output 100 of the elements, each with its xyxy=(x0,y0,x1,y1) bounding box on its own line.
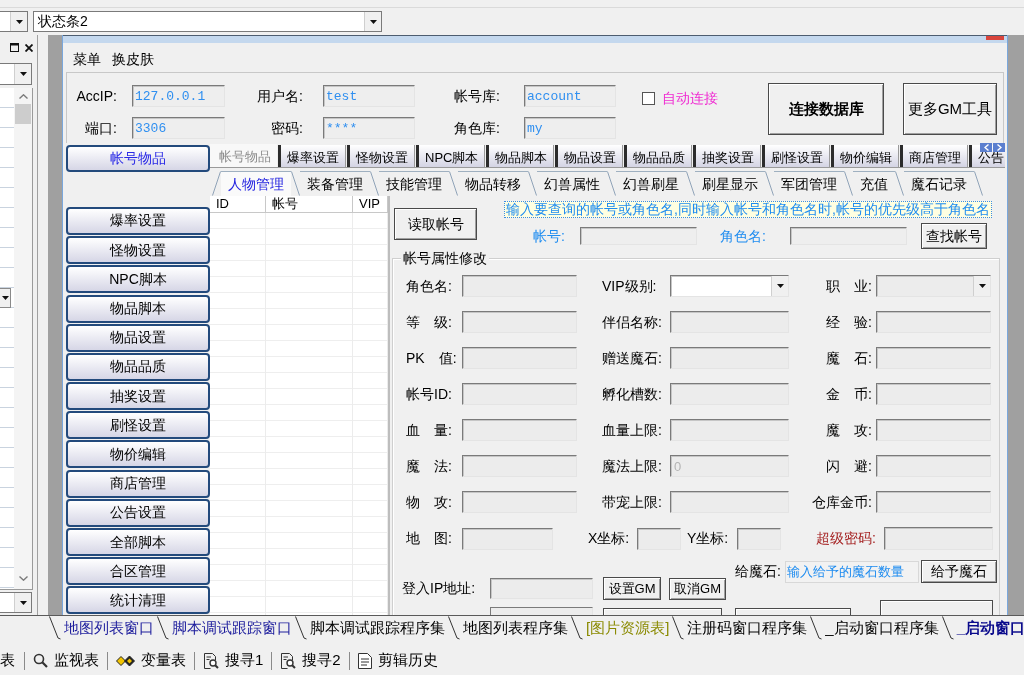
side-button[interactable]: 公告设置 xyxy=(66,498,210,527)
tab-separator xyxy=(810,616,823,640)
side-button[interactable]: 爆率设置 xyxy=(66,206,210,235)
input-field[interactable] xyxy=(637,527,681,550)
tab[interactable]: 物品设置 xyxy=(555,145,624,167)
input-field[interactable] xyxy=(670,311,789,333)
tab[interactable]: 爆率设置 xyxy=(278,145,346,167)
side-button[interactable]: 物价编辑 xyxy=(66,440,210,469)
input-field[interactable] xyxy=(462,383,577,405)
toolbar-button[interactable]: 剪辑历史 xyxy=(352,648,443,673)
input-field[interactable] xyxy=(462,275,577,297)
input-field[interactable] xyxy=(876,491,991,513)
tab[interactable]: 地图列表程序集 xyxy=(460,616,571,640)
input-field[interactable] xyxy=(876,383,991,405)
input-field[interactable] xyxy=(462,455,577,477)
input-field[interactable] xyxy=(876,347,991,369)
input-field[interactable] xyxy=(876,419,991,441)
checkbox[interactable] xyxy=(642,92,655,105)
button[interactable] xyxy=(603,608,722,615)
chevron-down-icon[interactable] xyxy=(18,575,28,581)
tab[interactable]: _启动窗口程序集 xyxy=(822,616,942,640)
tab[interactable]: 注册码窗口程序集 xyxy=(684,616,811,640)
side-button[interactable]: NPC脚本 xyxy=(66,265,210,294)
find-button[interactable]: 查找帐号 xyxy=(921,223,987,249)
tab[interactable]: 商店管理 xyxy=(900,145,969,167)
dropdown[interactable] xyxy=(670,275,789,297)
dropdown[interactable] xyxy=(0,63,32,85)
side-button[interactable]: 合区管理 xyxy=(66,557,210,586)
side-button[interactable]: 物品设置 xyxy=(66,323,210,352)
input-field[interactable] xyxy=(462,527,553,550)
input-field[interactable] xyxy=(490,578,593,599)
read-button[interactable]: 读取帐号 xyxy=(394,208,477,240)
button[interactable] xyxy=(735,608,851,615)
tab[interactable]: 脚本调试跟踪窗口 xyxy=(169,616,295,640)
field-label: 角色名: xyxy=(406,277,453,296)
side-button[interactable]: 抽奖设置 xyxy=(66,382,210,411)
tab-separator xyxy=(157,616,169,640)
side-button[interactable]: 商店管理 xyxy=(66,469,210,498)
button[interactable]: 连接数据库 xyxy=(768,83,884,135)
tab[interactable]: _启动窗口 xyxy=(953,616,1024,640)
dropdown-button[interactable] xyxy=(0,288,11,308)
button[interactable]: 给予魔石 xyxy=(921,560,997,583)
tab[interactable]: 刷怪设置 xyxy=(762,145,831,167)
input-field[interactable] xyxy=(670,419,789,441)
field-label: 血 量: xyxy=(406,421,453,440)
input-field[interactable] xyxy=(737,527,781,550)
scroll-left-button[interactable] xyxy=(980,143,992,152)
toolbar-button[interactable]: 搜寻1 xyxy=(198,648,269,673)
input-field[interactable] xyxy=(790,227,907,245)
dropdown[interactable] xyxy=(0,11,28,32)
input-field[interactable] xyxy=(490,607,593,615)
scroll-thumb[interactable] xyxy=(15,104,31,124)
input-field[interactable] xyxy=(462,311,577,333)
dropdown[interactable]: 状态条2 xyxy=(33,11,382,32)
side-button[interactable]: 帐号物品 xyxy=(66,145,210,172)
tab-separator xyxy=(49,616,61,640)
tab[interactable]: 物价编辑 xyxy=(831,145,900,167)
tab[interactable]: 怪物设置 xyxy=(347,145,415,167)
input-field[interactable] xyxy=(462,419,577,441)
menu-item[interactable]: 菜单 xyxy=(73,48,101,70)
input-field[interactable] xyxy=(670,491,789,513)
side-button[interactable]: 怪物设置 xyxy=(66,236,210,265)
scrollbar[interactable] xyxy=(14,88,32,589)
tab[interactable]: 地图列表窗口 xyxy=(61,616,157,640)
tab-separator xyxy=(571,616,583,640)
caret-icon xyxy=(1,296,9,300)
side-button[interactable]: 统计清理 xyxy=(66,586,210,615)
dropdown[interactable] xyxy=(0,592,32,613)
toolbar-button[interactable]: 搜寻2 xyxy=(275,648,346,673)
toolbar-button[interactable]: 监视表 xyxy=(28,648,104,673)
scroll-right-button[interactable] xyxy=(993,143,1005,152)
button[interactable]: 更多GM工具 xyxy=(903,83,997,135)
input-field[interactable] xyxy=(876,311,991,333)
tab[interactable]: 抽奖设置 xyxy=(693,145,762,167)
input-field[interactable] xyxy=(670,383,789,405)
tab[interactable]: NPC脚本 xyxy=(416,145,486,167)
input-field[interactable] xyxy=(876,455,991,477)
tab[interactable]: 人物管理 xyxy=(221,171,291,196)
tab-separator xyxy=(686,171,695,196)
toolbar-button[interactable]: 表 xyxy=(0,648,21,673)
input-field[interactable] xyxy=(580,227,697,245)
input-field[interactable] xyxy=(884,527,993,550)
input-field[interactable] xyxy=(462,347,577,369)
side-button[interactable]: 物品品质 xyxy=(66,352,210,381)
input-field[interactable] xyxy=(462,491,577,513)
side-button[interactable]: 全部脚本 xyxy=(66,528,210,557)
close-icon[interactable] xyxy=(25,44,33,52)
maximize-icon[interactable] xyxy=(10,43,19,52)
tab[interactable]: 物品品质 xyxy=(624,145,693,167)
chevron-up-icon[interactable] xyxy=(18,93,28,99)
menu-item[interactable]: 换皮肤 xyxy=(112,48,154,70)
side-button[interactable]: 物品脚本 xyxy=(66,294,210,323)
tab[interactable]: 物品脚本 xyxy=(486,145,555,167)
toolbar-button[interactable]: 变量表 xyxy=(111,648,191,673)
side-button[interactable]: 刷怪设置 xyxy=(66,411,210,440)
tab[interactable]: 脚本调试跟踪程序集 xyxy=(307,616,448,640)
input-field[interactable] xyxy=(670,347,789,369)
button[interactable]: 设置GM xyxy=(603,577,661,600)
button[interactable] xyxy=(880,600,993,615)
button[interactable]: 取消GM xyxy=(669,577,726,600)
